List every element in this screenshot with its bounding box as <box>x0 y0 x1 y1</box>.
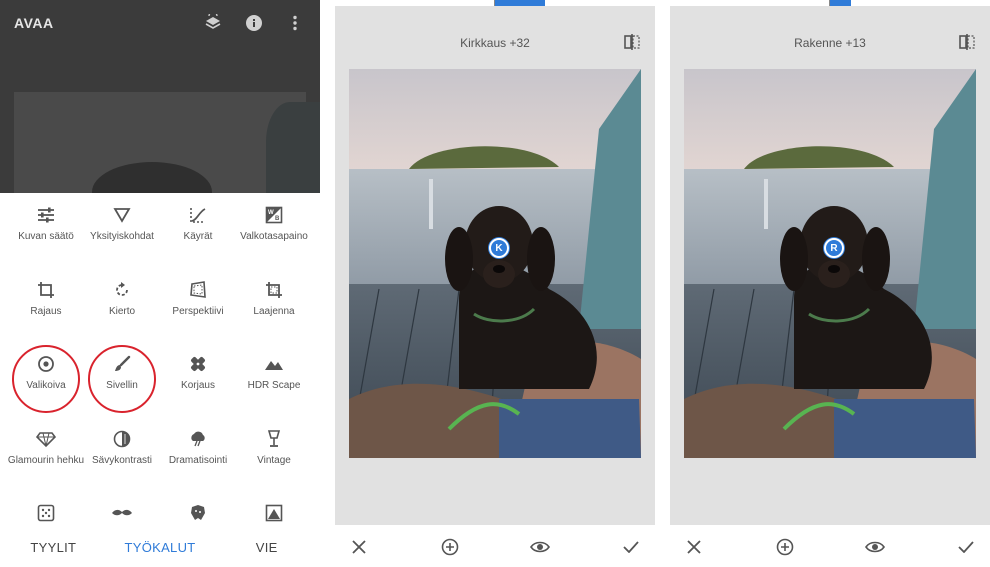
adjustment-value-label: Kirkkaus +32 <box>460 36 530 50</box>
photo-dachshund[interactable]: K <box>349 69 641 458</box>
bottom-tab-bar: TYYLIT TYÖKALUT VIE <box>0 527 320 567</box>
rotate-icon <box>111 279 133 301</box>
tool-tonal-contrast[interactable]: Sävykontrasti <box>82 428 162 467</box>
editor-screen-brightness: Kirkkaus +32 K <box>335 0 655 567</box>
confirm-check-icon[interactable] <box>621 537 641 557</box>
editor-canvas: Kirkkaus +32 K <box>335 6 655 525</box>
tool-hdr-scape[interactable]: HDR Scape <box>234 353 314 392</box>
vintage-icon <box>263 428 285 450</box>
tool-healing[interactable]: Korjaus <box>158 353 238 392</box>
add-point-icon[interactable] <box>440 537 460 557</box>
tools-screen: AVAA Kuvan säätö Yksityiskohdat Käyrät B… <box>0 0 320 567</box>
highlight-ring-brush <box>88 345 156 413</box>
expand-icon <box>263 279 285 301</box>
tool-glamour-glow[interactable]: Glamourin hehku <box>6 428 86 467</box>
photo-dachshund[interactable]: R <box>684 69 976 458</box>
tools-grid: Kuvan säätö Yksityiskohdat Käyrät BW Val… <box>0 193 320 527</box>
tab-export[interactable]: VIE <box>213 540 320 555</box>
hdr-icon <box>263 353 285 375</box>
drama-icon <box>187 428 209 450</box>
healing-icon <box>187 353 209 375</box>
crop-icon <box>35 279 57 301</box>
grain-icon <box>35 502 57 524</box>
more-vert-icon[interactable] <box>285 13 305 33</box>
svg-text:B: B <box>275 216 280 222</box>
editor-action-bar <box>670 527 990 567</box>
tool-crop[interactable]: Rajaus <box>6 279 86 318</box>
tab-styles[interactable]: TYYLIT <box>0 540 107 555</box>
tool-details[interactable]: Yksityiskohdat <box>82 204 162 243</box>
dimmed-preview-area: AVAA <box>0 0 320 193</box>
cancel-icon[interactable] <box>349 537 369 557</box>
cancel-icon[interactable] <box>684 537 704 557</box>
tool-white-balance[interactable]: BW Valkotasapaino <box>234 204 314 243</box>
editor-canvas: Rakenne +13 R <box>670 6 990 525</box>
tool-expand[interactable]: Laajenna <box>234 279 314 318</box>
tool-grainy-film[interactable] <box>6 502 86 524</box>
open-button[interactable]: AVAA <box>14 15 54 31</box>
tool-vintage[interactable]: Vintage <box>234 428 314 467</box>
confirm-check-icon[interactable] <box>956 537 976 557</box>
editor-action-bar <box>335 527 655 567</box>
tonal-contrast-icon <box>111 428 133 450</box>
mustache-icon <box>111 502 133 524</box>
tool-grunge[interactable] <box>158 502 238 524</box>
add-point-icon[interactable] <box>775 537 795 557</box>
visibility-eye-icon[interactable] <box>865 537 885 557</box>
screenshot-stage: AVAA Kuvan säätö Yksityiskohdat Käyrät B… <box>0 0 990 567</box>
tool-black-white[interactable] <box>234 502 314 524</box>
edit-point-pin[interactable]: R <box>824 238 844 258</box>
tool-rotate[interactable]: Kierto <box>82 279 162 318</box>
white-balance-icon: BW <box>263 204 285 226</box>
edit-point-pin[interactable]: K <box>489 238 509 258</box>
compare-icon[interactable] <box>623 33 641 51</box>
black-white-icon <box>263 502 285 524</box>
layers-undo-icon[interactable] <box>203 13 223 33</box>
tool-drama[interactable]: Dramatisointi <box>158 428 238 467</box>
adjustment-value-label: Rakenne +13 <box>794 36 866 50</box>
tool-retrolux[interactable] <box>82 502 162 524</box>
tab-tools[interactable]: TYÖKALUT <box>107 540 214 555</box>
dimmed-photo-preview <box>14 92 320 193</box>
tool-tune-image[interactable]: Kuvan säätö <box>6 204 86 243</box>
perspective-icon <box>187 279 209 301</box>
tune-icon <box>35 204 57 226</box>
editor-screen-structure: Rakenne +13 R <box>670 0 990 567</box>
info-icon[interactable] <box>244 13 264 33</box>
visibility-eye-icon[interactable] <box>530 537 550 557</box>
compare-icon[interactable] <box>958 33 976 51</box>
svg-text:W: W <box>268 210 274 216</box>
curves-icon <box>187 204 209 226</box>
details-icon <box>111 204 133 226</box>
tool-curves[interactable]: Käyrät <box>158 204 238 243</box>
highlight-ring-selective <box>12 345 80 413</box>
tool-perspective[interactable]: Perspektiivi <box>158 279 238 318</box>
glamour-icon <box>35 428 57 450</box>
grunge-icon <box>187 502 209 524</box>
